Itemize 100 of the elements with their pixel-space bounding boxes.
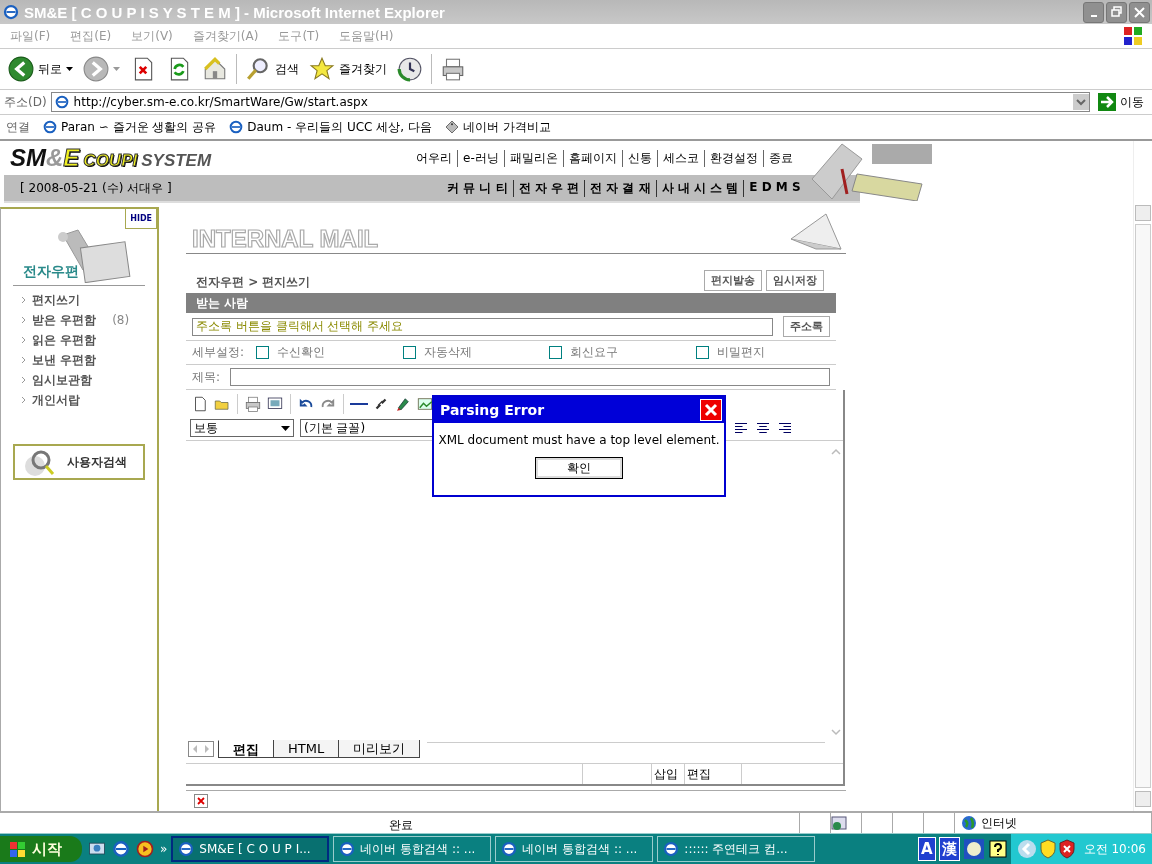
nav-link[interactable]: E D M S: [743, 179, 806, 197]
subject-label: 제목:: [192, 369, 221, 386]
date-user-label: [ 2008-05-21 (수) 서대우 ]: [19, 179, 173, 197]
printer-icon: [244, 395, 262, 414]
browser-e-icon: [338, 840, 357, 858]
action-button[interactable]: 임시저장: [766, 270, 824, 292]
chevron-right-icon: [21, 396, 26, 404]
nav-link[interactable]: 전 자 우 편: [512, 179, 585, 197]
nav-link[interactable]: 환경설정: [703, 149, 763, 167]
minimize-button[interactable]: [1083, 1, 1104, 23]
more-button[interactable]: »: [160, 842, 168, 856]
arrow-right-icon: [1098, 93, 1116, 111]
link-button[interactable]: Paran ∽ 즐거운 생활의 공유: [42, 118, 217, 136]
nav-link[interactable]: 사 내 시 스 템: [655, 179, 744, 197]
nav-link[interactable]: e-러닝: [457, 149, 504, 167]
restore-button[interactable]: [1106, 1, 1127, 23]
link-button[interactable]: 네이버 가격비교: [443, 118, 551, 136]
sidebar-item[interactable]: 읽은 우편함: [32, 331, 97, 349]
browser-e-icon: [228, 119, 245, 135]
search-button[interactable]: 검색: [243, 54, 301, 84]
sidebar-item[interactable]: 개인서랍: [32, 391, 80, 409]
forward-button[interactable]: [81, 54, 122, 84]
input-mode-button[interactable]: A: [918, 837, 936, 861]
editor-tab[interactable]: HTML: [273, 740, 340, 759]
sidebar-item[interactable]: 보낸 우편함: [32, 351, 97, 369]
status-text: 완료: [388, 817, 413, 834]
marker-icon: [394, 395, 412, 414]
start-button[interactable]: 시작: [0, 836, 82, 862]
quick-launch-button[interactable]: [110, 838, 132, 860]
shield-icon: [1058, 839, 1075, 859]
go-button[interactable]: 이동: [1094, 93, 1152, 111]
checkbox-label: 비밀편지: [716, 344, 765, 362]
section-title: 전자우편: [23, 263, 79, 281]
print-button[interactable]: [243, 394, 263, 415]
quick-launch-button[interactable]: [134, 838, 156, 860]
nav-link[interactable]: 홈페이지: [562, 149, 622, 167]
clock-icon: [397, 56, 423, 82]
recipient-field[interactable]: 주소록 버튼을 클릭해서 선택해 주세요: [192, 318, 773, 336]
chevron-right-icon: [21, 316, 26, 324]
checkbox[interactable]: [549, 346, 562, 360]
nav-link[interactable]: 패밀리온: [503, 149, 563, 167]
security-check-icon: [831, 815, 847, 831]
dropdown-caret-icon: [281, 426, 290, 431]
favorites-button[interactable]: 즐겨찾기: [307, 54, 389, 84]
address-field[interactable]: http://cyber.sm-e.co.kr/SmartWare/Gw/start.aspx: [50, 92, 1090, 112]
nav-link[interactable]: 전 자 결 재: [584, 179, 656, 197]
chevron-right-icon: [21, 296, 26, 304]
status-cell: 편집: [684, 764, 741, 785]
scrollbar[interactable]: [1133, 141, 1152, 811]
taskbar-button[interactable]: 네이버 통합검색 :: ...: [495, 836, 654, 862]
checkbox[interactable]: [402, 346, 416, 360]
star-icon: [309, 56, 335, 82]
breadcrumb: 전자우편 > 편지쓰기: [196, 274, 312, 292]
browser-e-icon: [111, 839, 131, 859]
size-select[interactable]: 보통: [190, 419, 294, 438]
sidebar-item[interactable]: 받은 우편함: [32, 311, 97, 329]
status-cell: 삽입: [651, 764, 684, 785]
input-mode-button[interactable]: 漢: [938, 837, 960, 861]
hide-button[interactable]: HIDE: [125, 209, 157, 229]
broken-image-icon: [194, 794, 208, 809]
links-label: 연결: [6, 118, 30, 136]
sidebar-item[interactable]: 임시보관함: [32, 371, 92, 389]
dropdown-button[interactable]: [1073, 94, 1089, 110]
checkbox-label: 자동삭제: [423, 344, 472, 362]
search-icon: [245, 56, 271, 82]
taskbar-button[interactable]: SM&E [ C O U P I...: [171, 836, 330, 862]
link-button[interactable]: Daum - 우리들의 UCC 세상, 다음: [228, 118, 432, 136]
checkbox[interactable]: [695, 346, 709, 360]
close-icon: [1133, 5, 1146, 19]
subject-field[interactable]: [230, 368, 830, 387]
close-button[interactable]: [1129, 1, 1150, 23]
editor-tab[interactable]: 미리보기: [338, 740, 421, 759]
user-search-button[interactable]: 사용자검색: [13, 444, 145, 480]
address-label: 주소(D): [4, 93, 47, 111]
window-title: SM&E [ C O U P I S Y S T E M ] - Microsoft Internet Explorer: [24, 3, 446, 21]
home-icon: [202, 56, 228, 82]
taskbar-button[interactable]: 네이버 통합검색 :: ...: [333, 836, 492, 862]
editor-tab[interactable]: 편집: [218, 740, 274, 759]
nav-link[interactable]: 세스코: [656, 149, 704, 167]
options-label: 세부설정:: [192, 344, 245, 362]
dialog-title: Parsing Error: [440, 402, 545, 418]
nav-link[interactable]: 커 뮤 니 티: [442, 179, 513, 197]
browser-e-icon: [177, 840, 196, 858]
nav-link[interactable]: 종료: [762, 149, 798, 167]
back-button[interactable]: 뒤로: [6, 54, 75, 84]
tab-scroll-buttons[interactable]: [188, 741, 214, 758]
scroll-thumb[interactable]: [1135, 224, 1151, 788]
nav-link[interactable]: 어우리: [411, 149, 458, 167]
chevron-right-icon: [21, 356, 26, 364]
nav-link[interactable]: 신통: [621, 149, 657, 167]
checkbox[interactable]: [256, 346, 270, 360]
address-book-button[interactable]: 주소록: [783, 316, 830, 338]
help-icon: [987, 837, 1008, 861]
checkbox-label: 수신확인: [277, 344, 326, 362]
action-button[interactable]: 편지발송: [704, 270, 762, 292]
restore-icon: [1110, 5, 1123, 19]
section-header: 받는 사람: [186, 293, 836, 314]
sidebar-item[interactable]: 편지쓰기: [32, 291, 80, 309]
ok-button[interactable]: 확인: [535, 457, 623, 479]
taskbar-button[interactable]: :::::: 주연테크 컴...: [657, 836, 816, 862]
